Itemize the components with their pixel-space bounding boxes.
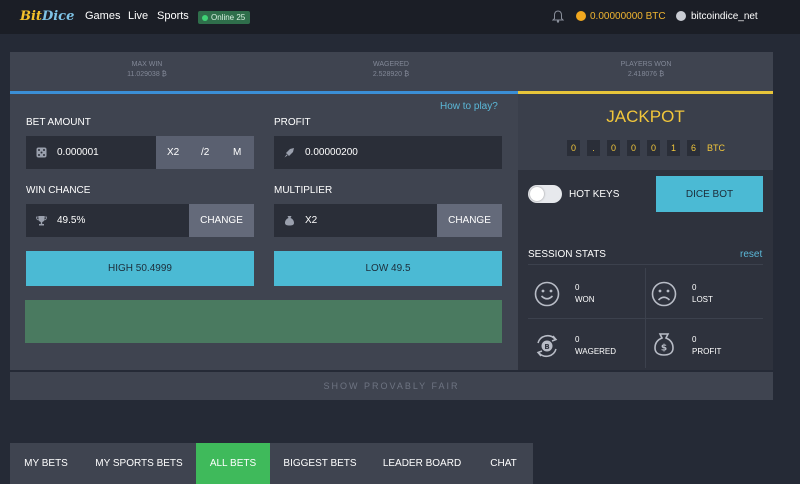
jackpot-title: JACKPOT <box>606 107 685 126</box>
session-lost-label: LOST <box>692 295 713 304</box>
jackpot-unit: BTC <box>707 143 725 153</box>
stat-players-won-label: PLAYERS WON <box>620 61 672 68</box>
bitdice-logo[interactable]: BitDice <box>20 9 74 24</box>
stat-wagered-label: WAGERED <box>373 61 409 68</box>
frown-icon <box>651 281 677 307</box>
bet-amount-field[interactable]: 0.000001 <box>26 136 156 169</box>
user-avatar-icon[interactable] <box>676 11 686 21</box>
jackpot-digit: 0 <box>647 140 660 156</box>
dice-bot-button[interactable]: DICE BOT <box>656 176 763 212</box>
logo-suffix: Dice <box>41 9 75 24</box>
tab-leader-board[interactable]: LEADER BOARD <box>370 443 474 484</box>
session-profit-value: 0 <box>692 335 697 344</box>
money-bag-profit-icon: $ <box>654 333 674 356</box>
multiplier-value: X2 <box>305 215 318 226</box>
bell-icon[interactable] <box>552 10 564 23</box>
profit-field[interactable]: 0.00000200 <box>274 136 502 169</box>
multiplier-field[interactable]: X2 <box>274 204 437 237</box>
roll-result-area <box>25 300 502 343</box>
win-chance-change-button[interactable]: CHANGE <box>189 204 254 237</box>
stat-wagered: WAGERED 2.528920 ₿ <box>291 60 491 80</box>
jackpot-digit: 0 <box>567 140 580 156</box>
dice-icon <box>36 147 47 158</box>
tab-chat[interactable]: CHAT <box>474 443 533 484</box>
tab-my-sports-bets[interactable]: MY SPORTS BETS <box>82 443 196 484</box>
balance[interactable]: 0.00000000 BTC <box>590 11 666 22</box>
win-chance-label: WIN CHANCE <box>26 185 91 196</box>
stat-max-win: MAX WIN 11.029038 ₿ <box>47 60 247 80</box>
stat-wagered-value: 2.528920 ₿ <box>372 71 410 78</box>
jackpot-panel <box>518 94 773 170</box>
jackpot-digit: 0 <box>607 140 620 156</box>
session-lost-value: 0 <box>692 283 697 292</box>
bet-amount-value: 0.000001 <box>57 147 99 158</box>
svg-text:B: B <box>544 343 549 351</box>
rocket-icon <box>284 148 294 158</box>
multiplier-label: MULTIPLIER <box>274 185 333 196</box>
smile-icon <box>534 281 560 307</box>
bet-high-button[interactable]: HIGH 50.4999 <box>26 251 254 286</box>
online-count: Online 25 <box>211 13 246 22</box>
session-profit-label: PROFIT <box>692 347 722 356</box>
toggle-knob <box>530 187 544 201</box>
stat-players-won: PLAYERS WON 2.418076 ₿ <box>546 60 746 80</box>
logo-prefix: Bit <box>20 9 42 24</box>
money-bag-icon <box>285 216 294 226</box>
show-provably-fair-button[interactable]: SHOW PROVABLY FAIR <box>10 372 773 400</box>
how-to-play-link[interactable]: How to play? <box>440 101 498 112</box>
nav-live[interactable]: Live <box>128 10 148 22</box>
tab-all-bets[interactable]: ALL BETS <box>196 443 270 484</box>
profit-value: 0.00000200 <box>305 147 358 158</box>
stat-players-won-value: 2.418076 ₿ <box>627 71 665 78</box>
bitcoin-exchange-icon: B <box>536 335 558 357</box>
bet-amount-label: BET AMOUNT <box>26 117 91 128</box>
bet-low-button[interactable]: LOW 49.5 <box>274 251 502 286</box>
session-wagered-label: WAGERED <box>575 347 617 356</box>
multiplier-change-button[interactable]: CHANGE <box>437 204 502 237</box>
jackpot-digit: . <box>587 140 600 156</box>
tab-biggest-bets[interactable]: BIGGEST BETS <box>270 443 370 484</box>
session-stats-title: SESSION STATS <box>528 249 606 260</box>
jackpot-digit: 0 <box>627 140 640 156</box>
svg-text:$: $ <box>661 344 667 354</box>
hot-keys-toggle[interactable] <box>528 185 562 203</box>
nav-games[interactable]: Games <box>85 10 120 22</box>
hot-keys-label: HOT KEYS <box>569 189 620 200</box>
jackpot-digit: 1 <box>667 140 680 156</box>
stat-max-win-label: MAX WIN <box>131 61 163 68</box>
bitcoin-coin-icon <box>576 11 586 21</box>
bet-modifiers: X2 /2 M <box>156 136 254 169</box>
bet-max-button[interactable]: M <box>233 147 241 158</box>
session-won-label: WON <box>575 295 595 304</box>
profit-label: PROFIT <box>274 117 311 128</box>
bet-x2-button[interactable]: X2 <box>167 147 179 158</box>
session-won-value: 0 <box>575 283 580 292</box>
win-chance-value: 49.5% <box>57 215 86 226</box>
stats-strip: MAX WIN 11.029038 ₿ WAGERED 2.528920 ₿ P… <box>10 52 773 92</box>
session-wagered-value: 0 <box>575 335 580 344</box>
jackpot-digit: 6 <box>687 140 700 156</box>
online-dot-icon <box>202 14 208 21</box>
stat-max-win-value: 11.029038 ₿ <box>127 71 167 78</box>
tab-my-bets[interactable]: MY BETS <box>10 443 82 484</box>
username[interactable]: bitcoindice_net <box>691 11 758 22</box>
session-reset-link[interactable]: reset <box>740 249 762 260</box>
win-chance-field[interactable]: 49.5% <box>26 204 189 237</box>
nav-sports[interactable]: Sports <box>157 10 189 22</box>
trophy-icon <box>36 216 47 226</box>
online-badge: Online 25 <box>198 11 251 24</box>
bet-half-button[interactable]: /2 <box>201 147 209 158</box>
session-divider <box>528 264 763 265</box>
session-divider <box>645 268 646 368</box>
